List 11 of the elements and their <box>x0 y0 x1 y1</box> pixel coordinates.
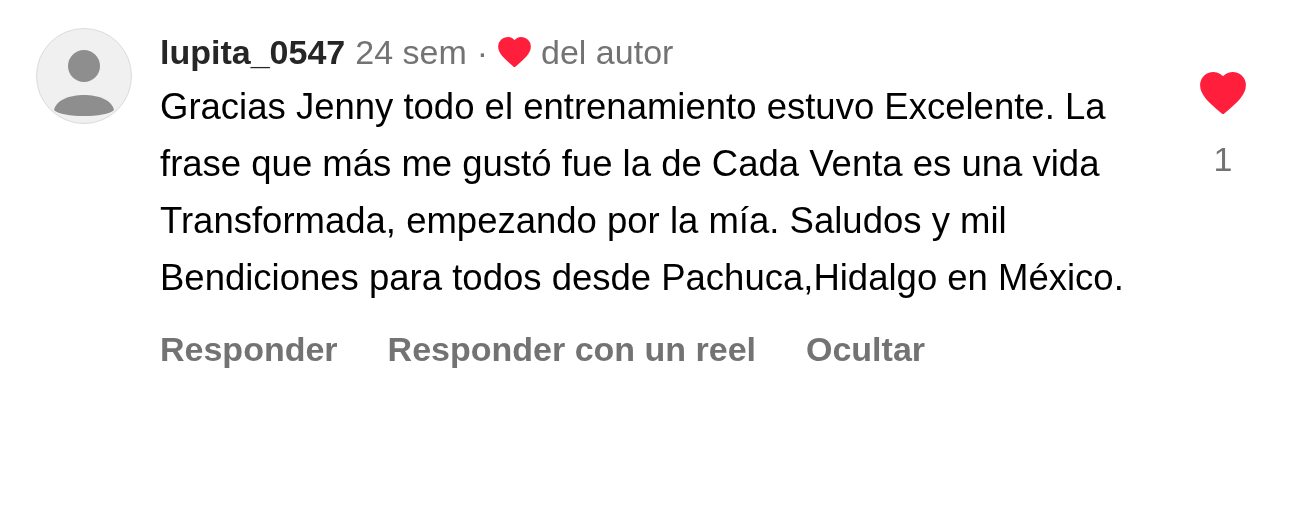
timestamp: 24 sem <box>355 32 467 72</box>
author-label: del autor <box>541 32 674 72</box>
like-count: 1 <box>1213 140 1233 179</box>
action-link[interactable]: Responder <box>160 330 338 369</box>
separator: · <box>476 32 489 72</box>
action-link[interactable]: Responder con un reel <box>387 330 756 369</box>
avatar[interactable] <box>36 28 132 124</box>
like-icon[interactable] <box>1200 72 1246 114</box>
username[interactable]: lupita_0547 <box>160 32 346 72</box>
comment-text: Gracias Jenny todo el entrenamiento estuvo Excelente. La frase que más me gustó fue la de Cada Venta es una vida Transformada, empezando por la mía. Saludos y mil Bendiciones para todos desde Pachuca,Hidalgo en México. <box>160 85 1125 300</box>
action-link[interactable]: Ocultar <box>806 330 926 369</box>
